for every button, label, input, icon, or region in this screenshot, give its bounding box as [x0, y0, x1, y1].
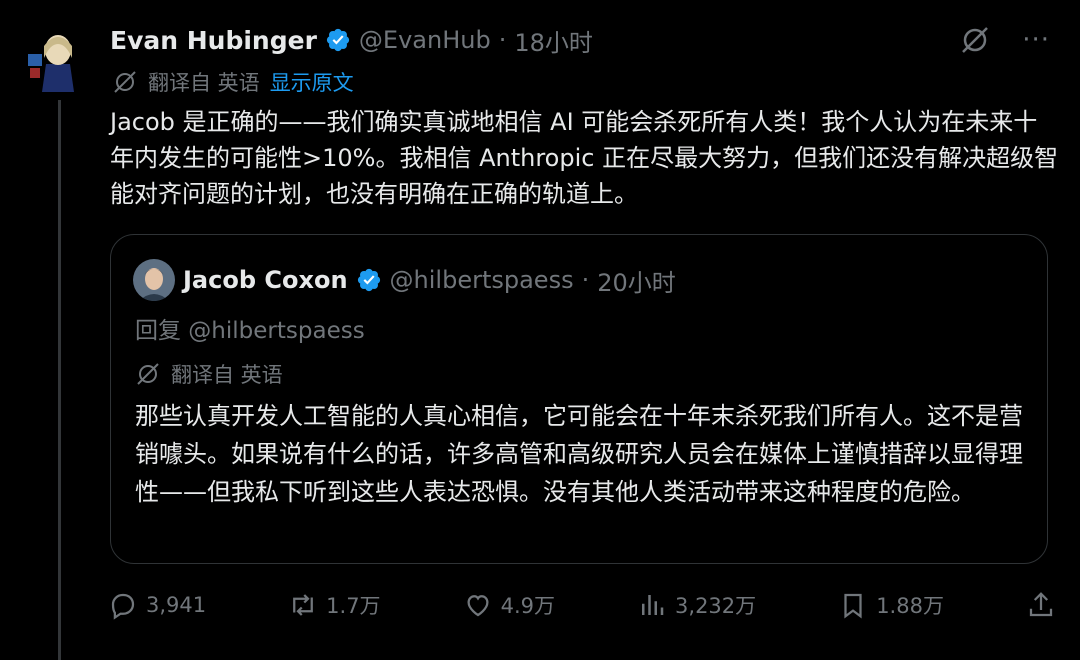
like-icon [467, 595, 489, 617]
bookmark-button[interactable]: 1.88万 [838, 590, 944, 620]
more-icon[interactable]: ··· [1022, 25, 1050, 55]
grok-icon[interactable] [958, 23, 992, 57]
action-bar: 3,941 1.7万 4.9万 3,232万 1.88万 [108, 585, 1056, 625]
author-handle[interactable]: @EvanHub [359, 26, 491, 54]
like-button[interactable]: 4.9万 [463, 590, 555, 620]
quote-meta-separator: · [581, 266, 590, 294]
meta-separator: · [498, 26, 507, 54]
avatar-image [22, 24, 94, 96]
reply-button[interactable]: 3,941 [108, 590, 206, 620]
repost-count: 1.7万 [326, 594, 381, 618]
like-count: 4.9万 [500, 594, 555, 618]
reply-count: 3,941 [146, 593, 207, 617]
author-name[interactable]: Evan Hubinger [110, 26, 317, 55]
quote-translate-icon [137, 363, 159, 385]
quote-reply-to: 回复 @hilbertspaess [135, 318, 365, 344]
quote-header: Jacob Coxon @hilbertspaess · 20小时 [133, 259, 676, 301]
avatar[interactable] [22, 24, 94, 96]
quote-time[interactable]: 20小时 [597, 263, 676, 298]
bookmark-count: 1.88万 [876, 594, 944, 618]
verified-badge-icon [326, 28, 350, 52]
translated-from-label: 翻译自 英语 [148, 71, 260, 95]
translate-row: 翻译自 英语 显示原文 [112, 66, 354, 98]
tweet-header: Evan Hubinger @EvanHub · 18小时 [110, 22, 593, 58]
views-button[interactable]: 3,232万 [637, 590, 756, 620]
quote-author-name[interactable]: Jacob Coxon [183, 266, 348, 294]
repost-icon [293, 594, 314, 616]
share-icon [1029, 592, 1053, 617]
reply-icon [111, 593, 135, 620]
share-button[interactable] [1026, 590, 1056, 620]
quote-avatar-image [133, 259, 175, 301]
quote-translate-row: 翻译自 英语 [135, 359, 283, 389]
show-original-link[interactable]: 显示原文 [270, 67, 354, 97]
quote-body: 那些认真开发人工智能的人真心相信，它可能会在十年末杀死我们所有人。这不是营销噱头… [135, 402, 1023, 506]
quote-avatar[interactable] [133, 259, 175, 301]
quote-verified-badge-icon [357, 268, 380, 292]
view-count: 3,232万 [675, 594, 757, 618]
bookmark-icon [844, 593, 862, 619]
top-actions: ··· [958, 22, 1050, 58]
thread-line [58, 100, 61, 660]
tweet-body: Jacob 是正确的——我们确实真诚地相信 AI 可能会杀死所有人类！我个人认为… [110, 108, 1059, 208]
repost-button[interactable]: 1.7万 [288, 590, 381, 620]
quote-author-handle[interactable]: @hilbertspaess [390, 266, 574, 294]
views-icon [642, 595, 664, 615]
translate-icon [114, 71, 136, 93]
quote-translated-from-label: 翻译自 英语 [171, 363, 283, 387]
quote-tweet-card[interactable]: Jacob Coxon @hilbertspaess · 20小时 回复 @hi… [110, 234, 1048, 564]
tweet-time[interactable]: 18小时 [514, 23, 593, 58]
